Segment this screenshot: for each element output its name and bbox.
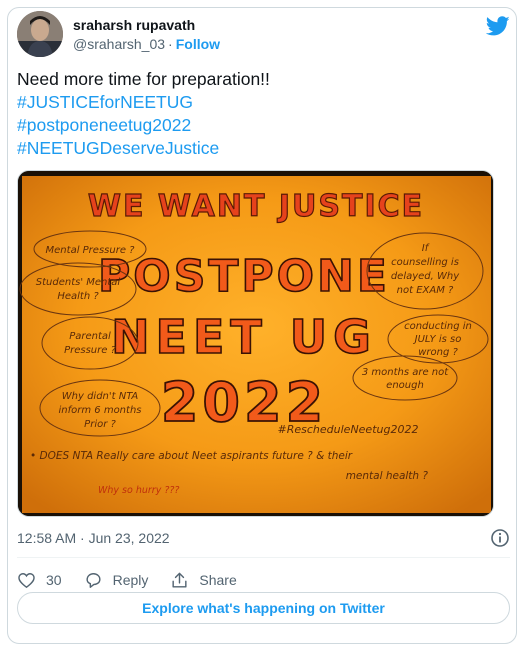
reply-bubble-icon bbox=[86, 572, 101, 588]
svg-text:enough: enough bbox=[386, 380, 424, 391]
poster-headline: WE WANT JUSTICE bbox=[87, 188, 424, 224]
svg-text:WE WANT JUSTICE: WE WANT JUSTICE bbox=[88, 189, 424, 224]
svg-text:Parental: Parental bbox=[69, 331, 111, 342]
tweet-body-text: Need more time for preparation!! bbox=[17, 69, 270, 89]
share-button[interactable]: Share bbox=[170, 571, 237, 590]
like-count: 30 bbox=[46, 572, 62, 588]
hashtag-link[interactable]: #postponeneetug2022 bbox=[17, 114, 487, 137]
svg-text:wrong ?: wrong ? bbox=[418, 347, 458, 358]
svg-text:counselling is: counselling is bbox=[391, 257, 459, 268]
svg-text:Students' Mental: Students' Mental bbox=[36, 277, 121, 288]
heart-icon bbox=[18, 572, 35, 588]
divider bbox=[17, 557, 510, 558]
avatar-image bbox=[17, 11, 63, 57]
hashtag-link[interactable]: #JUSTICEforNEETUG bbox=[17, 91, 487, 114]
tweet-timestamp[interactable]: 12:58 AM · Jun 23, 2022 bbox=[17, 530, 170, 546]
hashtag-link[interactable]: #NEETUGDeserveJustice bbox=[17, 137, 487, 160]
tweet-text: Need more time for preparation!! #JUSTIC… bbox=[17, 68, 487, 160]
svg-text:delayed, Why: delayed, Why bbox=[391, 271, 460, 282]
svg-text:NEET UG: NEET UG bbox=[111, 310, 377, 364]
author-name[interactable]: sraharsh rupavath bbox=[73, 17, 195, 33]
svg-text:JULY is so: JULY is so bbox=[413, 334, 462, 345]
explore-button[interactable]: Explore what's happening on Twitter bbox=[17, 592, 510, 624]
svg-text:Mental Pressure ?: Mental Pressure ? bbox=[46, 245, 136, 256]
svg-text:Why didn't NTA: Why didn't NTA bbox=[62, 391, 139, 402]
twitter-bird-icon[interactable] bbox=[486, 14, 510, 38]
svg-text:Prior ?: Prior ? bbox=[84, 419, 116, 430]
info-icon[interactable] bbox=[490, 528, 510, 548]
follow-link[interactable]: Follow bbox=[176, 36, 220, 52]
author-handle-row: @sraharsh_03 · Follow bbox=[73, 36, 220, 52]
author-handle[interactable]: @sraharsh_03 bbox=[73, 36, 165, 52]
svg-text:3 months are not: 3 months are not bbox=[362, 367, 449, 378]
svg-text:Pressure ?: Pressure ? bbox=[64, 345, 116, 356]
svg-text:• DOES NTA Really care about N: • DOES NTA Really care about Neet aspira… bbox=[30, 450, 353, 462]
like-button[interactable]: 30 bbox=[17, 571, 62, 590]
avatar[interactable] bbox=[17, 11, 63, 57]
svg-text:inform 6 months: inform 6 months bbox=[59, 405, 142, 416]
share-label: Share bbox=[199, 572, 237, 588]
reply-button[interactable]: Reply bbox=[84, 571, 149, 590]
svg-text:not EXAM ?: not EXAM ? bbox=[397, 285, 454, 296]
poster-image: WE WANT JUSTICE POSTPONE NEET UG 2022 Me… bbox=[18, 171, 493, 516]
svg-text:POSTPONE: POSTPONE bbox=[98, 251, 390, 302]
svg-text:#RescheduleNeetug2022: #RescheduleNeetug2022 bbox=[278, 423, 419, 436]
separator-dot: · bbox=[168, 36, 173, 52]
svg-text:conducting in: conducting in bbox=[404, 321, 472, 332]
reply-label: Reply bbox=[112, 572, 149, 588]
share-upload-icon bbox=[172, 572, 187, 588]
tweet-photo[interactable]: WE WANT JUSTICE POSTPONE NEET UG 2022 Me… bbox=[17, 170, 494, 517]
tweet-actions: 30 Reply Share bbox=[17, 566, 259, 594]
svg-text:Health ?: Health ? bbox=[57, 291, 99, 302]
svg-text:Why so hurry ???: Why so hurry ??? bbox=[98, 485, 179, 496]
svg-text:mental health ?: mental health ? bbox=[346, 470, 429, 482]
